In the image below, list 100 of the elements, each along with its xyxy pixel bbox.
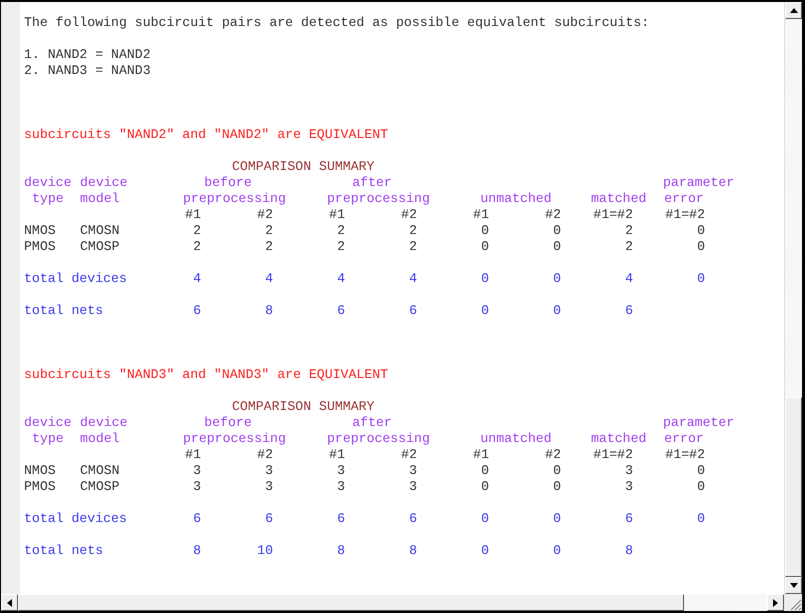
- table-cell: 2: [193, 239, 201, 254]
- total-label: total nets: [24, 543, 104, 558]
- table-cell: 0: [481, 303, 489, 318]
- table-cell: 0: [553, 271, 561, 286]
- column-subheader: #1=#2: [665, 207, 705, 222]
- table-cell: CMOSP: [80, 479, 120, 494]
- size-grip[interactable]: [784, 594, 802, 611]
- column-header: unmatched: [480, 191, 552, 206]
- table-cell: PMOS: [24, 239, 56, 254]
- table-cell: 0: [553, 511, 561, 526]
- table-cell: CMOSN: [80, 463, 120, 478]
- report-text: The following subcircuit pairs are detected as possible equivalent subcircuits:: [24, 15, 650, 31]
- table-cell: 4: [409, 271, 417, 286]
- table-cell: 2: [265, 239, 273, 254]
- table-cell: PMOS: [24, 479, 56, 494]
- table-cell: 0: [553, 239, 561, 254]
- column-header: error: [664, 431, 704, 446]
- down-triangle-icon: [790, 583, 798, 588]
- table-cell: 6: [625, 303, 633, 318]
- table-cell: 2: [265, 223, 273, 238]
- summary-title: COMPARISON SUMMARY: [231, 399, 374, 414]
- column-header: matched: [591, 191, 646, 206]
- column-header: preprocessing: [183, 191, 286, 206]
- column-header: before: [204, 415, 252, 430]
- column-subheader: #2: [545, 207, 561, 222]
- column-header: unmatched: [480, 431, 552, 446]
- scroll-up-button[interactable]: [785, 2, 802, 19]
- table-cell: 3: [193, 463, 201, 478]
- table-cell: 8: [193, 543, 201, 558]
- verdict-text: subcircuits "NAND2" and "NAND2" are EQUIVALENT: [24, 127, 390, 143]
- table-cell: 3: [193, 479, 201, 494]
- table-cell: 0: [697, 239, 705, 254]
- table-cell: 3: [265, 479, 273, 494]
- table-cell: 2: [409, 223, 417, 238]
- column-subheader: #1: [329, 207, 345, 222]
- table-cell: 4: [625, 271, 633, 286]
- table-cell: 2: [337, 239, 345, 254]
- table-cell: 2: [625, 239, 633, 254]
- column-header: after: [352, 415, 392, 430]
- table-cell: 4: [265, 271, 273, 286]
- table-cell: 2: [337, 223, 345, 238]
- table-cell: 0: [481, 223, 489, 238]
- table-cell: 0: [697, 463, 705, 478]
- table-cell: 6: [409, 303, 417, 318]
- table-cell: 8: [409, 543, 417, 558]
- table-cell: 8: [337, 543, 345, 558]
- resize-grip-icon[interactable]: [788, 597, 802, 611]
- up-triangle-icon: [790, 8, 798, 13]
- column-subheader: #2: [401, 447, 417, 462]
- table-cell: 0: [553, 463, 561, 478]
- column-header: parameter: [663, 175, 734, 190]
- column-subheader: #2: [257, 447, 273, 462]
- column-subheader: #2: [545, 447, 561, 462]
- column-subheader: #1: [329, 447, 345, 462]
- right-triangle-icon: [773, 598, 778, 606]
- column-subheader: #1: [473, 207, 489, 222]
- table-cell: 3: [625, 463, 633, 478]
- table-cell: 2: [625, 223, 633, 238]
- column-header: preprocessing: [327, 431, 430, 446]
- table-cell: 0: [553, 223, 561, 238]
- scroll-down-button[interactable]: [785, 577, 802, 594]
- total-label: total nets: [24, 303, 104, 318]
- table-cell: 6: [337, 303, 345, 318]
- table-cell: 0: [481, 511, 489, 526]
- table-cell: 0: [697, 479, 705, 494]
- table-cell: 3: [337, 479, 345, 494]
- pair-item: 2. NAND3 = NAND3: [24, 63, 152, 79]
- table-cell: 3: [625, 479, 633, 494]
- table-cell: 0: [697, 271, 705, 286]
- column-header: type: [32, 191, 64, 206]
- table-cell: 6: [265, 511, 273, 526]
- table-cell: 8: [265, 303, 273, 318]
- table-cell: NMOS: [24, 223, 56, 238]
- table-cell: 0: [553, 479, 561, 494]
- table-cell: 3: [409, 463, 417, 478]
- verdict-text: subcircuits "NAND3" and "NAND3" are EQUIVALENT: [24, 367, 390, 383]
- table-cell: 4: [337, 271, 345, 286]
- table-cell: 6: [625, 511, 633, 526]
- column-header: model: [80, 191, 120, 206]
- column-subheader: #1: [473, 447, 489, 462]
- column-subheader: #1: [185, 447, 201, 462]
- column-subheader: #2: [257, 207, 273, 222]
- column-subheader: #1=#2: [593, 207, 633, 222]
- summary-title: COMPARISON SUMMARY: [231, 159, 374, 174]
- table-cell: 3: [337, 463, 345, 478]
- scroll-right-button[interactable]: [767, 594, 784, 611]
- table-cell: 0: [481, 543, 489, 558]
- table-cell: 0: [553, 543, 561, 558]
- pair-item: 1. NAND2 = NAND2: [24, 47, 152, 63]
- column-header: before: [204, 175, 252, 190]
- column-header: device: [80, 175, 128, 190]
- column-header: preprocessing: [183, 431, 286, 446]
- table-cell: CMOSP: [80, 239, 120, 254]
- table-cell: 2: [193, 223, 201, 238]
- table-cell: 0: [553, 303, 561, 318]
- column-header: matched: [591, 431, 646, 446]
- column-header: device: [24, 175, 72, 190]
- table-cell: 6: [337, 511, 345, 526]
- table-cell: 6: [193, 303, 201, 318]
- scroll-left-button[interactable]: [1, 594, 18, 611]
